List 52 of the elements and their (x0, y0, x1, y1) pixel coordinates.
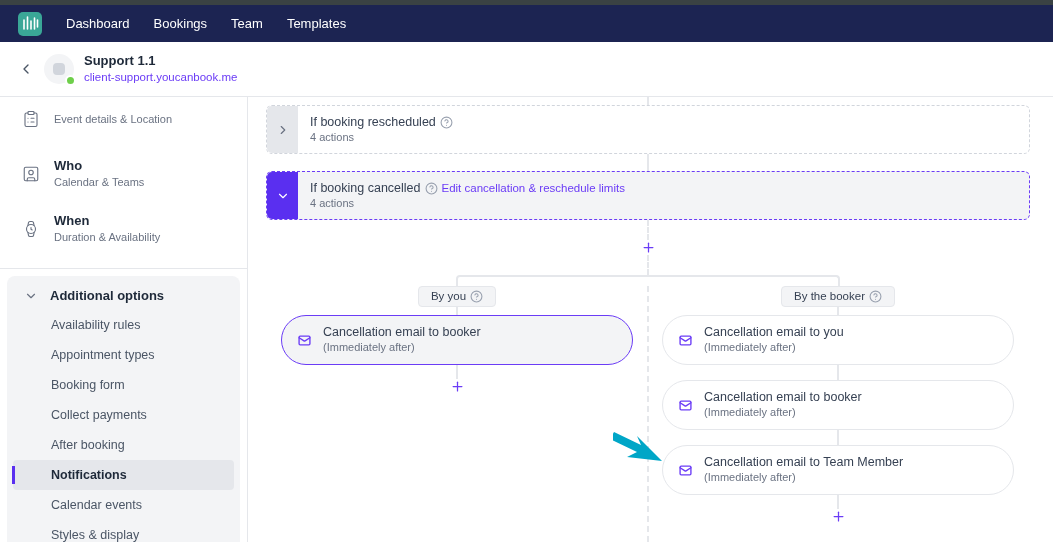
trigger-title: If booking rescheduled (310, 114, 436, 130)
action-count: 4 actions (310, 129, 356, 145)
action-card[interactable]: Cancellation email to Team Member (Immediately after) (662, 445, 1014, 495)
mail-icon (679, 333, 692, 347)
sidebar-item[interactable]: Availability rules (13, 310, 234, 340)
edit-limits-link[interactable]: Edit cancellation & reschedule limits (441, 180, 625, 196)
add-button[interactable] (449, 379, 465, 394)
trigger-card[interactable]: If booking cancelled Edit cancellation & reschedule limits 4 actions (266, 171, 1030, 220)
sidebar-item[interactable]: Appointment types (13, 340, 234, 370)
action-card[interactable]: Cancellation email to booker (Immediately after) (281, 315, 633, 365)
action-count: 4 actions (310, 195, 356, 211)
nav-link[interactable]: Bookings (153, 13, 208, 34)
action-timing: (Immediately after) (704, 470, 797, 485)
booking-page-link[interactable]: client-support.youcanbook.me (84, 69, 238, 85)
branch-title: By you (430, 288, 467, 304)
add-button[interactable] (640, 240, 656, 255)
sidebar-item[interactable]: Booking form (13, 370, 234, 400)
nav-link[interactable]: Templates (286, 13, 347, 34)
sidebar-item[interactable]: Notifications (13, 460, 234, 490)
section-subtitle: Calendar & Teams (54, 174, 145, 190)
action-card[interactable]: Cancellation email to you (Immediately after) (662, 315, 1014, 365)
section-subtitle: Event details & Location (54, 111, 173, 127)
nav-link[interactable]: Dashboard (66, 13, 130, 34)
trigger-card[interactable]: If booking rescheduled 4 actions (266, 105, 1030, 154)
add-button[interactable] (830, 509, 846, 524)
mail-icon (298, 333, 311, 347)
sidebar-item[interactable]: After booking (13, 430, 234, 460)
action-title: Cancellation email to Team Member (704, 455, 904, 470)
section-title[interactable]: Who (54, 157, 145, 174)
branch-title: By the booker (794, 288, 865, 304)
group-title[interactable]: Additional options (50, 286, 165, 306)
action-timing: (Immediately after) (704, 405, 797, 420)
nav-link[interactable]: Team (231, 13, 263, 34)
sidebar-item[interactable]: Styles & display (13, 520, 234, 542)
section-icon (22, 164, 40, 183)
action-title: Cancellation email to you (704, 325, 844, 340)
action-title: Cancellation email to booker (704, 390, 862, 405)
action-card[interactable]: Cancellation email to booker (Immediately after) (662, 380, 1014, 430)
help-icon[interactable] (439, 115, 453, 129)
mail-icon (679, 398, 692, 412)
section-title[interactable]: When (54, 212, 161, 229)
sidebar-item[interactable]: Calendar events (13, 490, 234, 520)
section-icon (22, 109, 40, 128)
logo-icon[interactable] (18, 11, 42, 36)
section-subtitle: Duration & Availability (54, 229, 161, 245)
action-title: Cancellation email to booker (323, 325, 481, 340)
sidebar-item[interactable]: Collect payments (13, 400, 234, 430)
action-timing: (Immediately after) (323, 340, 416, 355)
mail-icon (679, 463, 692, 477)
action-timing: (Immediately after) (704, 340, 797, 355)
trigger-title: If booking cancelled (310, 180, 421, 196)
page-title: Support 1.1 (84, 53, 157, 69)
